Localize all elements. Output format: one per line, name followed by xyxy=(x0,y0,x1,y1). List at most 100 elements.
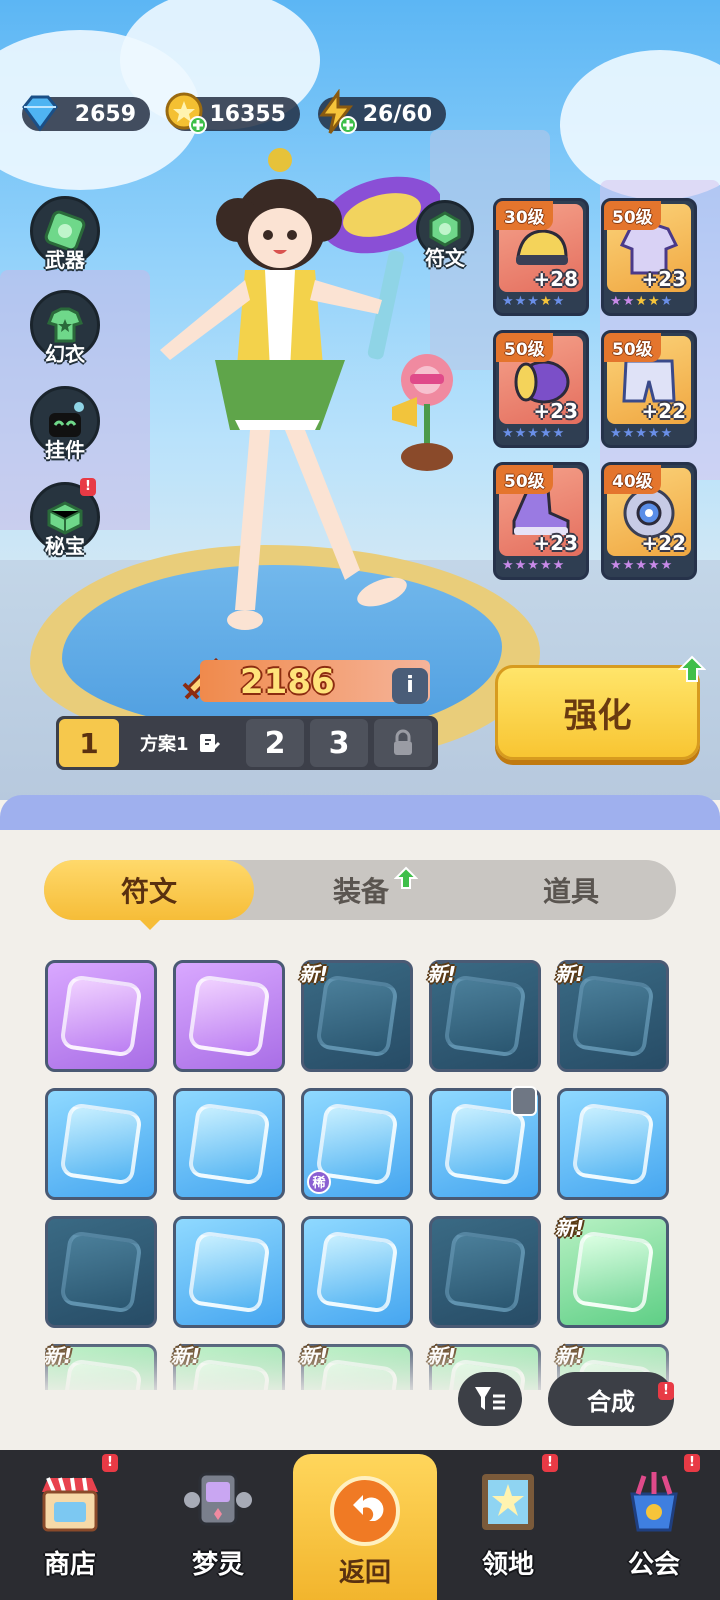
rune-button[interactable]: 符文 xyxy=(408,200,482,280)
equipment-slot-helmet[interactable]: 30级 +28 ★★★★★ xyxy=(493,198,589,316)
info-button[interactable]: i xyxy=(392,668,428,704)
treasure-button[interactable]: 秘宝 ! xyxy=(26,478,104,566)
diamond-icon xyxy=(22,95,58,132)
rune-slot[interactable] xyxy=(173,1216,285,1328)
plan-slot-1[interactable]: 1 xyxy=(59,719,119,767)
shop-icon xyxy=(42,1477,98,1532)
treasure-label: 秘宝 xyxy=(45,534,85,558)
equipment-slot-shoe[interactable]: 50级 +23 ★★★★★ xyxy=(493,462,589,580)
robot-icon xyxy=(184,1472,252,1526)
guild-icon xyxy=(630,1472,678,1532)
pendant-button[interactable]: 挂件 xyxy=(26,386,104,470)
equipment-plus: +22 xyxy=(641,399,686,423)
rare-badge: 稀 xyxy=(307,1170,331,1194)
nav-guild[interactable]: 公会 ! xyxy=(584,1454,720,1590)
nav-dream-spirit[interactable]: 梦灵 xyxy=(148,1460,288,1590)
shoe-icon xyxy=(187,974,271,1058)
enhance-button[interactable]: 强化 xyxy=(495,665,700,760)
star-rating: ★★★★★ xyxy=(610,426,674,441)
new-tag: 新! xyxy=(555,962,585,986)
equipment-level: 30级 xyxy=(496,201,553,230)
costume-button[interactable]: 幻衣 xyxy=(26,290,104,374)
plan-slot-2[interactable]: 2 xyxy=(246,719,304,767)
plan-rename-button[interactable]: 方案1 xyxy=(124,719,242,767)
nav-shop[interactable]: 商店 ! xyxy=(0,1454,140,1590)
panel-rim xyxy=(0,795,720,835)
rune-slot[interactable] xyxy=(173,960,285,1072)
equipment-plus: +23 xyxy=(533,399,578,423)
star-rating: ★★★★★ xyxy=(502,558,566,573)
rune-label: 符文 xyxy=(425,246,465,270)
lock-icon xyxy=(511,1086,537,1116)
merge-label: 合成 xyxy=(587,1387,635,1416)
diamond-counter[interactable]: 2659 xyxy=(22,95,150,132)
nav-shop-label: 商店 xyxy=(43,1550,96,1580)
new-tag: 新! xyxy=(427,962,457,986)
equipment-plus: +22 xyxy=(641,531,686,555)
notification-badge: ! xyxy=(80,478,96,496)
territory-icon xyxy=(482,1474,534,1530)
jacket-icon xyxy=(59,974,143,1058)
rune-slot[interactable] xyxy=(301,1216,413,1328)
diamond-amount: 2659 xyxy=(74,101,136,127)
rune-slot[interactable] xyxy=(45,1088,157,1200)
weapon-label: 武器 xyxy=(45,248,85,272)
tab-runes-label: 符文 xyxy=(120,875,177,908)
tab-equipment[interactable]: 装备 xyxy=(256,860,466,920)
weapon-button[interactable]: 武器 xyxy=(26,196,104,280)
rune-slot[interactable] xyxy=(45,960,157,1072)
merge-button[interactable]: 合成 xyxy=(548,1372,674,1426)
gold-coin-plus-icon xyxy=(165,92,207,134)
filter-icon xyxy=(475,1387,505,1410)
edit-icon xyxy=(199,734,220,753)
nav-return-label: 返回 xyxy=(338,1558,391,1588)
energy-counter[interactable]: 26/60 xyxy=(318,89,446,134)
combat-power-value: 2186 xyxy=(240,662,335,702)
equipment-slot-pants[interactable]: 50级 +22 ★★★★★ xyxy=(601,330,697,448)
new-tag: 新! xyxy=(299,962,329,986)
tab-runes[interactable]: 符文 xyxy=(44,860,254,920)
pants-icon xyxy=(59,1230,143,1314)
gold-counter[interactable]: 16355 xyxy=(165,92,300,134)
star-rating: ★★★★★ xyxy=(610,558,674,573)
enhance-label: 强化 xyxy=(563,696,632,736)
filter-button[interactable] xyxy=(458,1372,522,1426)
cloud xyxy=(560,50,720,200)
star-rating: ★★★★★ xyxy=(502,294,566,309)
glove-icon xyxy=(315,1230,399,1314)
nav-return[interactable]: 返回 xyxy=(293,1454,437,1600)
rune-slot[interactable] xyxy=(429,1216,541,1328)
nav-guild-label: 公会 xyxy=(627,1550,680,1580)
helmet-icon xyxy=(571,1230,655,1314)
return-icon xyxy=(330,1476,400,1546)
rune-slot[interactable] xyxy=(45,1216,157,1328)
nav-territory[interactable]: 领地 ! xyxy=(438,1454,578,1590)
jacket-icon xyxy=(59,1102,143,1186)
equipment-slot-gear-ring[interactable]: 40级 +22 ★★★★★ xyxy=(601,462,697,580)
tab-equipment-label: 装备 xyxy=(332,875,389,908)
flower-pet[interactable] xyxy=(382,352,472,477)
pendant-label: 挂件 xyxy=(45,438,85,462)
tab-items[interactable]: 道具 xyxy=(466,860,676,920)
equipment-level: 50级 xyxy=(604,201,661,230)
glove-icon xyxy=(187,1230,271,1314)
nav-dream-spirit-label: 梦灵 xyxy=(191,1550,244,1580)
costume-label: 幻衣 xyxy=(45,342,85,366)
notification-badge: ! xyxy=(684,1454,700,1472)
star-rating: ★★★★★ xyxy=(502,426,566,441)
upgrade-arrow-icon xyxy=(678,655,706,682)
star-rating: ★★★★★ xyxy=(610,294,674,309)
equipment-slot-jacket[interactable]: 50级 +23 ★★★★★ xyxy=(601,198,697,316)
rune-slot[interactable] xyxy=(173,1088,285,1200)
rune-grid: 新! 新! 新! 新! 新! 新! 新! 新! 新! 稀 xyxy=(45,960,675,1390)
glove-icon xyxy=(443,1230,527,1314)
equipment-slot-bracer[interactable]: 50级 +23 ★★★★★ xyxy=(493,330,589,448)
equipment-level: 40级 xyxy=(604,465,661,494)
plan-slot-locked[interactable] xyxy=(374,719,432,767)
plan-slot-3[interactable]: 3 xyxy=(310,719,368,767)
jacket-icon xyxy=(187,1102,271,1186)
lightning-plus-icon xyxy=(319,89,357,134)
rune-slot[interactable] xyxy=(557,1088,669,1200)
loadout-plan-selector: 1 方案1 2 3 xyxy=(56,716,438,770)
notification-badge: ! xyxy=(658,1382,674,1400)
